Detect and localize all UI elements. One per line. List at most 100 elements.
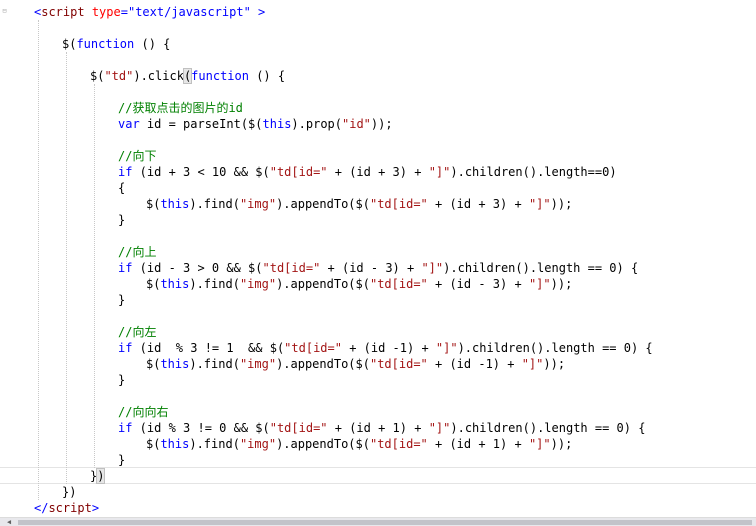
code-token: + (id + 1) + <box>327 421 429 435</box>
scroll-left-icon[interactable]: ◀ <box>4 518 14 526</box>
code-token: + (id - 3) + <box>320 261 422 275</box>
code-line[interactable]: $(this).find("img").appendTo($("td[id=" … <box>146 356 565 372</box>
code-string: "td[id=" <box>369 437 428 451</box>
code-token: ).click <box>133 69 184 83</box>
code-token: ).children().length == 0) { <box>450 421 646 435</box>
code-token: )); <box>370 117 393 131</box>
code-line[interactable]: if (id - 3 > 0 && $("td[id=" + (id - 3) … <box>118 260 638 276</box>
code-token: $( <box>146 437 161 451</box>
code-token: ).children().length == 0) { <box>457 341 653 355</box>
code-token: } <box>118 293 126 307</box>
code-token: )); <box>550 197 573 211</box>
scrollbar-thumb[interactable] <box>18 520 752 525</box>
code-string: "td[id=" <box>369 277 428 291</box>
code-string: "]" <box>528 437 551 451</box>
code-keyword: this <box>160 357 190 371</box>
code-token: ).appendTo($( <box>276 437 370 451</box>
code-token: </ <box>34 501 49 515</box>
code-string: "td[id=" <box>369 357 428 371</box>
code-line[interactable]: //向下 <box>118 148 156 164</box>
code-editor[interactable]: ⊟ <script type="text/javascript" > $(func… <box>0 0 756 526</box>
code-line[interactable]: } <box>118 372 125 388</box>
code-token: "text/javascript" <box>127 5 251 19</box>
code-token: )); <box>543 357 566 371</box>
code-keyword: function <box>76 37 135 51</box>
code-line[interactable]: $(function () { <box>62 36 170 52</box>
code-line[interactable]: }) <box>62 484 76 500</box>
code-string: "]" <box>528 197 551 211</box>
editor-gutter: ⊟ <box>0 0 8 520</box>
code-line[interactable]: $("td").click(function () { <box>90 68 285 84</box>
code-token: ).find( <box>189 197 240 211</box>
code-token: $( <box>146 357 161 371</box>
code-token: + (id -1) + <box>341 341 436 355</box>
code-string: "td[id=" <box>284 341 342 355</box>
code-line[interactable]: </script> <box>34 500 99 516</box>
code-comment: //向向右 <box>118 405 169 419</box>
code-token: ).children().length == 0) { <box>443 261 639 275</box>
minus-box-icon[interactable]: ⊟ <box>1 8 8 15</box>
code-line[interactable]: var id = parseInt($(this).prop("id")); <box>118 116 393 132</box>
code-line[interactable]: { <box>118 180 125 196</box>
code-string: "img" <box>239 197 277 211</box>
code-string: "]" <box>521 357 544 371</box>
code-keyword: if <box>118 261 133 275</box>
code-token: )); <box>550 277 573 291</box>
current-line-highlight <box>0 467 756 484</box>
code-line[interactable]: if (id % 3 != 0 && $("td[id=" + (id + 1)… <box>118 420 645 436</box>
code-line[interactable]: } <box>118 452 125 468</box>
code-line[interactable]: } <box>118 212 125 228</box>
code-keyword: this <box>160 277 190 291</box>
code-token: } <box>118 213 126 227</box>
code-line[interactable]: //向向右 <box>118 404 168 420</box>
code-token: script <box>48 501 92 515</box>
code-line[interactable]: $(this).find("img").appendTo($("td[id=" … <box>146 276 572 292</box>
code-token: $( <box>62 37 77 51</box>
code-token: ).find( <box>189 437 240 451</box>
code-token: script <box>41 5 85 19</box>
code-line[interactable]: <script type="text/javascript" > <box>34 4 265 20</box>
code-token: + (id -1) + <box>427 357 522 371</box>
code-token: $( <box>146 197 161 211</box>
code-token: () { <box>134 37 171 51</box>
code-token: ).children().length==0) <box>450 165 617 179</box>
code-token: } <box>118 373 126 387</box>
code-line[interactable]: //向左 <box>118 324 156 340</box>
code-line[interactable]: if (id % 3 != 1 && $("td[id=" + (id -1) … <box>118 340 653 356</box>
code-token: { <box>118 181 126 195</box>
code-line[interactable]: $(this).find("img").appendTo($("td[id=" … <box>146 436 572 452</box>
code-token: (id + 3 < 10 && $( <box>132 165 270 179</box>
code-token: + (id - 3) + <box>427 277 529 291</box>
code-string: "td[id=" <box>269 165 328 179</box>
code-comment: //向下 <box>118 149 157 163</box>
code-string: "]" <box>435 341 458 355</box>
code-keyword: this <box>160 437 190 451</box>
code-keyword: if <box>118 421 133 435</box>
code-token: $( <box>146 277 161 291</box>
code-token: ).find( <box>189 357 240 371</box>
code-line[interactable]: $(this).find("img").appendTo($("td[id=" … <box>146 196 572 212</box>
indent-guide <box>94 84 95 468</box>
indent-guide <box>66 52 67 484</box>
code-keyword: if <box>118 165 133 179</box>
code-token: = <box>120 5 128 19</box>
code-string: "]" <box>528 277 551 291</box>
code-token: () { <box>248 69 286 83</box>
code-token: (id % 3 != 0 && $( <box>132 421 270 435</box>
code-token: ).appendTo($( <box>276 197 370 211</box>
horizontal-scrollbar[interactable]: ◀ <box>0 517 756 526</box>
code-string: "td[id=" <box>369 197 428 211</box>
indent-guide <box>38 20 39 500</box>
code-line[interactable]: } <box>118 292 125 308</box>
code-line[interactable]: if (id + 3 < 10 && $("td[id=" + (id + 3)… <box>118 164 617 180</box>
code-string: "td" <box>104 69 134 83</box>
code-token: (id - 3 > 0 && $( <box>132 261 263 275</box>
code-token: ).prop( <box>291 117 342 131</box>
code-comment: //获取点击的图片的id <box>118 101 243 115</box>
code-line[interactable]: //向上 <box>118 244 156 260</box>
code-token: id = parseInt($( <box>139 117 263 131</box>
code-line[interactable]: //获取点击的图片的id <box>118 100 243 116</box>
code-token: } <box>118 453 126 467</box>
code-line[interactable]: }) <box>90 468 106 484</box>
